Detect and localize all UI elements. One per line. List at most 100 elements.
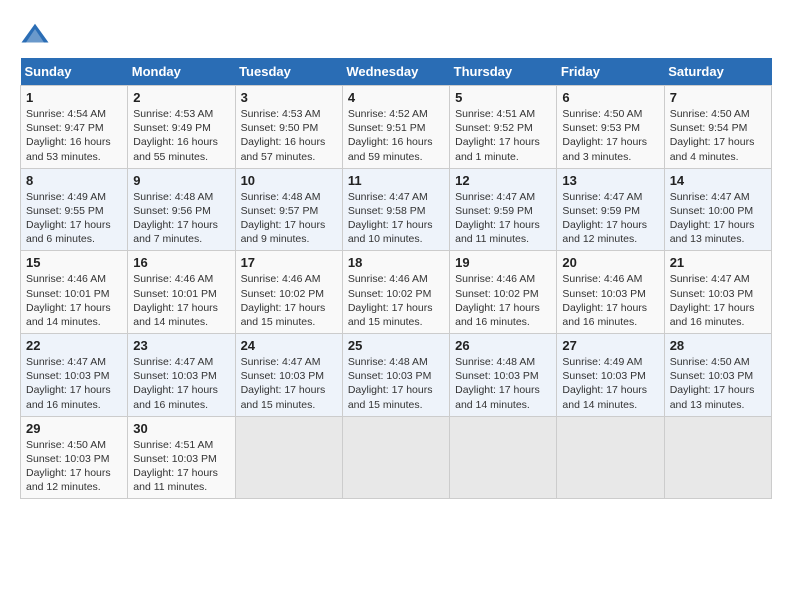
day-number: 12 [455, 173, 551, 188]
day-info: Sunrise: 4:53 AMSunset: 9:50 PMDaylight:… [241, 108, 326, 163]
day-info: Sunrise: 4:51 AMSunset: 9:52 PMDaylight:… [455, 108, 540, 163]
day-number: 17 [241, 255, 337, 270]
day-number: 3 [241, 90, 337, 105]
day-number: 28 [670, 338, 766, 353]
calendar-cell-24: 24 Sunrise: 4:47 AMSunset: 10:03 PMDaylig… [235, 334, 342, 417]
day-number: 1 [26, 90, 122, 105]
calendar-header-thursday: Thursday [450, 58, 557, 86]
day-info: Sunrise: 4:47 AMSunset: 9:59 PMDaylight:… [562, 191, 647, 246]
day-info: Sunrise: 4:48 AMSunset: 9:56 PMDaylight:… [133, 191, 218, 246]
calendar-cell-15: 15Sunrise: 4:46 AMSunset: 10:01 PMDaylig… [21, 251, 128, 334]
day-info: Sunrise: 4:49 AMSunset: 9:55 PMDaylight:… [26, 191, 111, 246]
day-info: Sunrise: 4:47 AMSunset: 9:59 PMDaylight:… [455, 191, 540, 246]
calendar-cell-25: 25 Sunrise: 4:48 AMSunset: 10:03 PMDaylig… [342, 334, 449, 417]
day-number: 9 [133, 173, 229, 188]
day-info: Sunrise: 4:50 AMSunset: 10:03 PMDaylight… [670, 356, 755, 411]
day-number: 13 [562, 173, 658, 188]
calendar-cell-29: 29 Sunrise: 4:50 AMSunset: 10:03 PMDaylig… [21, 416, 128, 499]
day-number: 4 [348, 90, 444, 105]
day-info: Sunrise: 4:47 AMSunset: 10:03 PMDaylight… [133, 356, 218, 411]
day-info: Sunrise: 4:50 AMSunset: 9:53 PMDaylight:… [562, 108, 647, 163]
day-info: Sunrise: 4:52 AMSunset: 9:51 PMDaylight:… [348, 108, 433, 163]
day-info: Sunrise: 4:47 AMSunset: 10:03 PMDaylight… [26, 356, 111, 411]
logo-icon [20, 20, 50, 50]
calendar-header-saturday: Saturday [664, 58, 771, 86]
day-number: 10 [241, 173, 337, 188]
calendar-cell-6: 6Sunrise: 4:50 AMSunset: 9:53 PMDaylight… [557, 86, 664, 169]
calendar-cell-1: 1 Sunrise: 4:54 AMSunset: 9:47 PMDaylight… [21, 86, 128, 169]
day-number: 24 [241, 338, 337, 353]
calendar-cell-8: 8 Sunrise: 4:49 AMSunset: 9:55 PMDaylight… [21, 168, 128, 251]
day-info: Sunrise: 4:48 AMSunset: 10:03 PMDaylight… [348, 356, 433, 411]
calendar-week-4: 22 Sunrise: 4:47 AMSunset: 10:03 PMDaylig… [21, 334, 772, 417]
calendar-cell-4: 4 Sunrise: 4:52 AMSunset: 9:51 PMDaylight… [342, 86, 449, 169]
calendar-cell-9: 9 Sunrise: 4:48 AMSunset: 9:56 PMDaylight… [128, 168, 235, 251]
calendar-header-sunday: Sunday [21, 58, 128, 86]
calendar-cell-16: 16 Sunrise: 4:46 AMSunset: 10:01 PMDaylig… [128, 251, 235, 334]
calendar-cell-27: 27 Sunrise: 4:49 AMSunset: 10:03 PMDaylig… [557, 334, 664, 417]
calendar-cell-14: 14Sunrise: 4:47 AMSunset: 10:00 PMDaylig… [664, 168, 771, 251]
calendar-header-wednesday: Wednesday [342, 58, 449, 86]
day-number: 26 [455, 338, 551, 353]
calendar-cell-22: 22 Sunrise: 4:47 AMSunset: 10:03 PMDaylig… [21, 334, 128, 417]
day-number: 2 [133, 90, 229, 105]
calendar-cell-7: 7 Sunrise: 4:50 AMSunset: 9:54 PMDaylight… [664, 86, 771, 169]
day-number: 16 [133, 255, 229, 270]
day-info: Sunrise: 4:49 AMSunset: 10:03 PMDaylight… [562, 356, 647, 411]
day-info: Sunrise: 4:46 AMSunset: 10:02 PMDaylight… [455, 273, 540, 328]
calendar-cell-11: 11Sunrise: 4:47 AMSunset: 9:58 PMDayligh… [342, 168, 449, 251]
day-info: Sunrise: 4:54 AMSunset: 9:47 PMDaylight:… [26, 108, 111, 163]
calendar-cell-empty [557, 416, 664, 499]
day-info: Sunrise: 4:47 AMSunset: 10:03 PMDaylight… [241, 356, 326, 411]
calendar-cell-2: 2 Sunrise: 4:53 AMSunset: 9:49 PMDaylight… [128, 86, 235, 169]
day-number: 30 [133, 421, 229, 436]
header [20, 20, 772, 50]
calendar-cell-empty [450, 416, 557, 499]
calendar: SundayMondayTuesdayWednesdayThursdayFrid… [20, 58, 772, 499]
logo [20, 20, 54, 50]
day-number: 18 [348, 255, 444, 270]
calendar-cell-empty [235, 416, 342, 499]
day-number: 25 [348, 338, 444, 353]
calendar-cell-21: 21Sunrise: 4:47 AMSunset: 10:03 PMDaylig… [664, 251, 771, 334]
day-number: 7 [670, 90, 766, 105]
calendar-cell-23: 23 Sunrise: 4:47 AMSunset: 10:03 PMDaylig… [128, 334, 235, 417]
day-number: 5 [455, 90, 551, 105]
calendar-cell-20: 20 Sunrise: 4:46 AMSunset: 10:03 PMDaylig… [557, 251, 664, 334]
day-info: Sunrise: 4:46 AMSunset: 10:02 PMDaylight… [241, 273, 326, 328]
day-info: Sunrise: 4:46 AMSunset: 10:01 PMDaylight… [133, 273, 218, 328]
day-info: Sunrise: 4:46 AMSunset: 10:02 PMDaylight… [348, 273, 433, 328]
calendar-week-5: 29 Sunrise: 4:50 AMSunset: 10:03 PMDaylig… [21, 416, 772, 499]
calendar-header-tuesday: Tuesday [235, 58, 342, 86]
day-info: Sunrise: 4:46 AMSunset: 10:01 PMDaylight… [26, 273, 111, 328]
day-number: 8 [26, 173, 122, 188]
calendar-week-2: 8 Sunrise: 4:49 AMSunset: 9:55 PMDaylight… [21, 168, 772, 251]
calendar-cell-19: 19 Sunrise: 4:46 AMSunset: 10:02 PMDaylig… [450, 251, 557, 334]
calendar-cell-26: 26Sunrise: 4:48 AMSunset: 10:03 PMDaylig… [450, 334, 557, 417]
calendar-week-1: 1 Sunrise: 4:54 AMSunset: 9:47 PMDaylight… [21, 86, 772, 169]
calendar-cell-28: 28 Sunrise: 4:50 AMSunset: 10:03 PMDaylig… [664, 334, 771, 417]
calendar-cell-3: 3 Sunrise: 4:53 AMSunset: 9:50 PMDaylight… [235, 86, 342, 169]
calendar-cell-12: 12 Sunrise: 4:47 AMSunset: 9:59 PMDayligh… [450, 168, 557, 251]
day-info: Sunrise: 4:47 AMSunset: 10:00 PMDaylight… [670, 191, 755, 246]
day-number: 19 [455, 255, 551, 270]
day-number: 11 [348, 173, 444, 188]
calendar-cell-10: 10Sunrise: 4:48 AMSunset: 9:57 PMDayligh… [235, 168, 342, 251]
calendar-cell-empty [664, 416, 771, 499]
day-info: Sunrise: 4:50 AMSunset: 10:03 PMDaylight… [26, 439, 111, 494]
day-info: Sunrise: 4:51 AMSunset: 10:03 PMDaylight… [133, 439, 218, 494]
day-number: 22 [26, 338, 122, 353]
day-number: 29 [26, 421, 122, 436]
calendar-cell-5: 5 Sunrise: 4:51 AMSunset: 9:52 PMDaylight… [450, 86, 557, 169]
calendar-week-3: 15Sunrise: 4:46 AMSunset: 10:01 PMDaylig… [21, 251, 772, 334]
calendar-cell-30: 30 Sunrise: 4:51 AMSunset: 10:03 PMDaylig… [128, 416, 235, 499]
day-info: Sunrise: 4:53 AMSunset: 9:49 PMDaylight:… [133, 108, 218, 163]
day-number: 27 [562, 338, 658, 353]
day-info: Sunrise: 4:47 AMSunset: 10:03 PMDaylight… [670, 273, 755, 328]
day-number: 20 [562, 255, 658, 270]
calendar-cell-18: 18 Sunrise: 4:46 AMSunset: 10:02 PMDaylig… [342, 251, 449, 334]
day-number: 23 [133, 338, 229, 353]
day-info: Sunrise: 4:46 AMSunset: 10:03 PMDaylight… [562, 273, 647, 328]
day-info: Sunrise: 4:50 AMSunset: 9:54 PMDaylight:… [670, 108, 755, 163]
calendar-cell-13: 13 Sunrise: 4:47 AMSunset: 9:59 PMDayligh… [557, 168, 664, 251]
